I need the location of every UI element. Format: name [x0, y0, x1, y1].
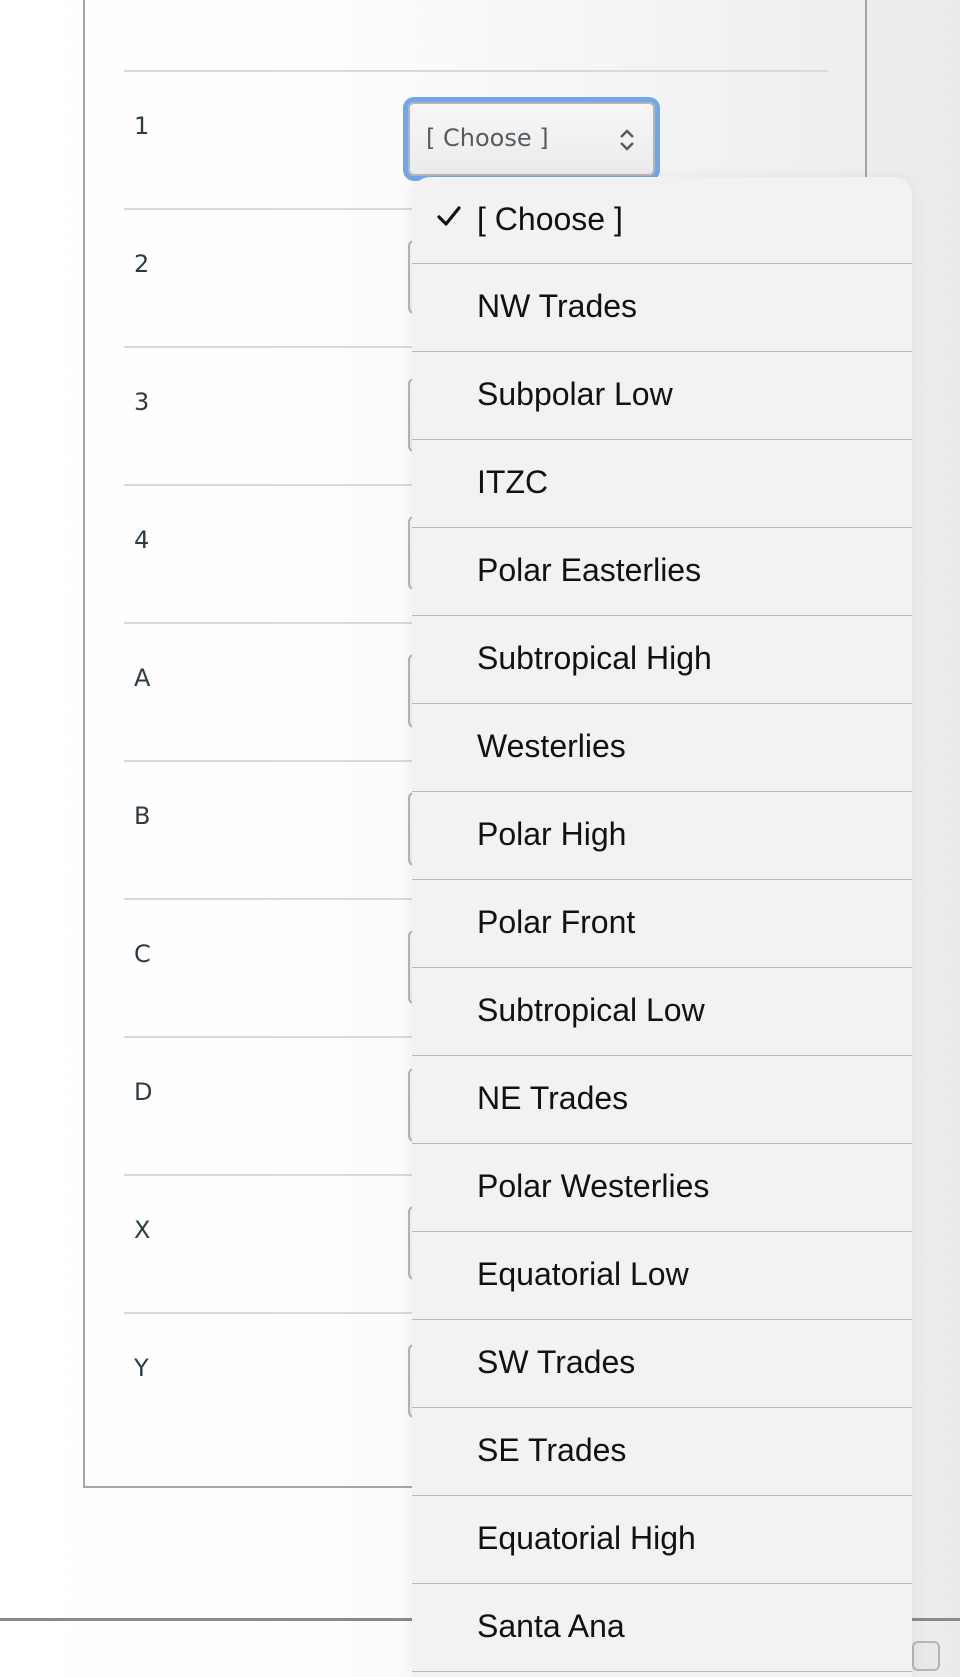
- dropdown-option[interactable]: Westerlies: [412, 704, 912, 792]
- dropdown-option[interactable]: NE Trades: [412, 1056, 912, 1144]
- dropdown-option[interactable]: SW Trades: [412, 1320, 912, 1408]
- dropdown-option[interactable]: Santa Ana: [412, 1584, 912, 1672]
- dropdown-option-label: Polar Easterlies: [477, 552, 702, 588]
- dropdown-option-label: Santa Ana: [477, 1608, 625, 1644]
- footer-button[interactable]: [912, 1641, 940, 1671]
- dropdown-option[interactable]: Subtropical High: [412, 616, 912, 704]
- row-label: 1: [134, 112, 150, 140]
- dropdown-option-label: Subpolar Low: [477, 376, 673, 412]
- select-value: [ Choose ]: [426, 124, 549, 152]
- row-label: 4: [134, 526, 150, 554]
- dropdown-option-label: NE Trades: [477, 1080, 629, 1116]
- row-label: B: [134, 802, 151, 830]
- dropdown-option-label: Polar Westerlies: [477, 1168, 710, 1204]
- dropdown-option-label: Equatorial Low: [477, 1256, 689, 1292]
- chevron-up-down-icon: [617, 126, 637, 154]
- dropdown-option-label: [ Choose ]: [477, 201, 623, 237]
- dropdown-option-label: SW Trades: [477, 1344, 636, 1380]
- dropdown-option-label: NW Trades: [477, 288, 638, 324]
- dropdown-option[interactable]: Polar High: [412, 792, 912, 880]
- row-label: 3: [134, 388, 150, 416]
- row-label: X: [134, 1216, 151, 1244]
- dropdown-option[interactable]: Polar Westerlies: [412, 1144, 912, 1232]
- dropdown-option[interactable]: NW Trades: [412, 264, 912, 352]
- dropdown-option-label: SE Trades: [477, 1432, 627, 1468]
- dropdown-option[interactable]: Polar Front: [412, 880, 912, 968]
- dropdown-option-label: Equatorial High: [477, 1520, 696, 1556]
- dropdown-option-label: Polar High: [477, 816, 627, 852]
- dropdown-option[interactable]: Polar Easterlies: [412, 528, 912, 616]
- row-label: C: [134, 940, 151, 968]
- dropdown-option-label: Westerlies: [477, 728, 626, 764]
- row-label: D: [134, 1078, 153, 1106]
- row-label: 2: [134, 250, 150, 278]
- checkmark-icon: [436, 203, 462, 229]
- dropdown-option[interactable]: Equatorial High: [412, 1496, 912, 1584]
- dropdown-options-popup: [ Choose ] NW Trades Subpolar Low ITZC Polar…: [412, 177, 912, 1677]
- row-label: A: [134, 664, 151, 692]
- dropdown-option[interactable]: [ Choose ]: [412, 177, 912, 264]
- dropdown-option[interactable]: Equatorial Low: [412, 1232, 912, 1320]
- dropdown-option-label: Subtropical High: [477, 640, 712, 676]
- dropdown-option-label: Subtropical Low: [477, 992, 705, 1028]
- dropdown-option[interactable]: ITZC: [412, 440, 912, 528]
- dropdown-option[interactable]: SE Trades: [412, 1408, 912, 1496]
- dropdown-option[interactable]: Subtropical Low: [412, 968, 912, 1056]
- dropdown-option-label: ITZC: [477, 464, 549, 500]
- row-label: Y: [134, 1354, 149, 1382]
- dropdown-option[interactable]: Subpolar Low: [412, 352, 912, 440]
- answer-select[interactable]: [ Choose ]: [408, 102, 655, 176]
- dropdown-option-label: Polar Front: [477, 904, 636, 940]
